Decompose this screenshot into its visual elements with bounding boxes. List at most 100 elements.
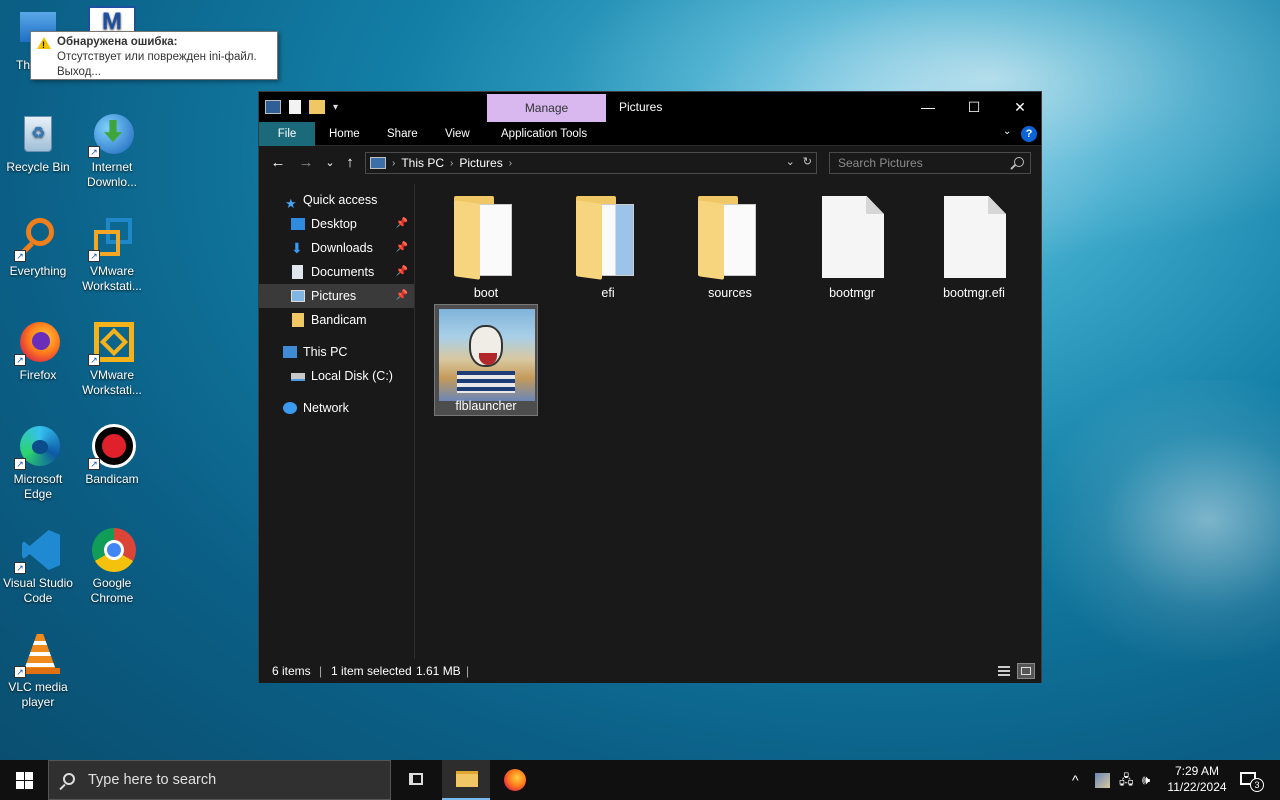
- documents-icon: [292, 265, 303, 279]
- drive-icon: [291, 373, 305, 381]
- error-tooltip: Обнаружена ошибка: Отсутствует или повре…: [30, 31, 278, 80]
- taskbar: Type here to search ^ 🖧 🕪 7:29 AM 11/22/…: [0, 760, 1280, 800]
- desktop-icon-firefox[interactable]: ↗ Firefox: [0, 320, 76, 383]
- error-message: Отсутствует или поврежден ini-файл.: [57, 51, 257, 63]
- search-icon: [63, 773, 75, 785]
- tab-view[interactable]: View: [431, 122, 484, 146]
- help-button[interactable]: ?: [1021, 126, 1037, 142]
- shortcut-arrow-icon: ↗: [88, 250, 100, 262]
- qat-dropdown-icon[interactable]: ▾: [333, 102, 338, 113]
- nav-documents[interactable]: Documents 📌: [259, 260, 414, 284]
- nav-downloads[interactable]: ⬇ Downloads 📌: [259, 236, 414, 260]
- pin-icon: 📌: [395, 218, 408, 229]
- start-button[interactable]: [0, 760, 48, 800]
- file-explorer-icon: [456, 771, 478, 787]
- desktop-icon-bandicam[interactable]: ↗ Bandicam: [74, 424, 150, 487]
- clock-date: 11/22/2024: [1167, 780, 1227, 794]
- shortcut-arrow-icon: ↗: [14, 666, 26, 678]
- folder-icon: [292, 313, 304, 327]
- window-title: Pictures: [619, 100, 663, 114]
- selection-info: 1 item selected: [331, 664, 412, 678]
- tab-file[interactable]: File: [259, 122, 315, 146]
- status-bar: 6 items | 1 item selected 1.61 MB |: [259, 659, 1041, 683]
- desktop-icon-microsoft-edge[interactable]: ↗ Microsoft Edge: [0, 424, 76, 502]
- desktop-icon-vmware-workstation-2[interactable]: ↗ VMware Workstati...: [74, 320, 150, 398]
- pin-icon: 📌: [395, 242, 408, 253]
- nav-pictures[interactable]: Pictures 📌: [259, 284, 414, 308]
- tab-application-tools[interactable]: Application Tools: [487, 122, 601, 146]
- desktop-icon-internet-download-manager[interactable]: ↗ Internet Downlo...: [74, 112, 150, 190]
- ribbon-tabs: File Home Share View Application Tools ⌄…: [259, 122, 1041, 146]
- taskbar-search-input[interactable]: Type here to search: [48, 760, 391, 800]
- this-pc-icon: [283, 346, 297, 358]
- item-count: 6 items: [272, 664, 311, 678]
- forward-button[interactable]: →: [295, 153, 317, 173]
- pin-icon: 📌: [395, 266, 408, 277]
- item-boot-folder[interactable]: boot: [434, 192, 538, 304]
- desktop-icon-vscode[interactable]: ↗ Visual Studio Code: [0, 528, 76, 606]
- refresh-icon[interactable]: ↻: [803, 155, 812, 168]
- search-input[interactable]: Search Pictures: [829, 152, 1031, 174]
- desktop-icon-vlc[interactable]: ↗ VLC media player: [0, 632, 76, 710]
- taskbar-firefox[interactable]: [492, 760, 540, 800]
- properties-icon[interactable]: [289, 100, 301, 114]
- vmware-icon: ↗: [88, 216, 134, 262]
- nav-bandicam[interactable]: Bandicam: [259, 308, 414, 332]
- firefox-icon: [504, 769, 526, 791]
- idm-globe-icon: ↗: [88, 112, 134, 158]
- bandicam-record-icon: ↗: [88, 424, 136, 470]
- nav-quick-access[interactable]: ★ Quick access: [259, 188, 414, 212]
- shortcut-arrow-icon: ↗: [14, 562, 26, 574]
- tab-share[interactable]: Share: [373, 122, 432, 146]
- tab-manage[interactable]: Manage: [487, 94, 606, 122]
- taskbar-file-explorer[interactable]: [442, 760, 490, 800]
- ribbon-expand-icon[interactable]: ⌄: [1003, 126, 1011, 137]
- download-arrow-icon: ⬇: [291, 240, 303, 256]
- desktop-icon-vmware-workstation-1[interactable]: ↗ VMware Workstati...: [74, 216, 150, 294]
- folder-icon: [698, 196, 762, 280]
- file-explorer-window: ▾ Manage Pictures — ☐ ✕ File Home Share …: [258, 91, 1042, 683]
- breadcrumb-pictures[interactable]: Pictures: [459, 156, 502, 170]
- maximize-button[interactable]: ☐: [951, 92, 997, 122]
- large-icons-view-icon[interactable]: [1017, 663, 1035, 679]
- nav-local-disk[interactable]: Local Disk (C:): [259, 364, 414, 388]
- up-button[interactable]: ↑: [339, 153, 361, 173]
- minimize-button[interactable]: —: [905, 92, 951, 122]
- item-efi-folder[interactable]: efi: [556, 192, 660, 304]
- shortcut-arrow-icon: ↗: [88, 354, 100, 366]
- window-menu-icon[interactable]: [265, 100, 281, 114]
- task-view-button[interactable]: [392, 760, 440, 800]
- desktop-icon-everything[interactable]: ↗ Everything: [0, 216, 76, 279]
- pin-icon: 📌: [395, 290, 408, 301]
- notification-center-button[interactable]: 3: [1238, 760, 1264, 800]
- nav-desktop[interactable]: Desktop 📌: [259, 212, 414, 236]
- tab-home[interactable]: Home: [315, 122, 374, 146]
- vscode-icon: ↗: [14, 528, 60, 574]
- recent-locations-button[interactable]: ⌄: [319, 153, 341, 173]
- address-dropdown-icon[interactable]: ⌄: [786, 155, 795, 168]
- new-folder-icon[interactable]: [309, 100, 325, 114]
- everything-search-icon: ↗: [14, 216, 60, 262]
- error-exit-text: Выход...: [57, 66, 101, 78]
- item-sources-folder[interactable]: sources: [678, 192, 782, 304]
- item-bootmgr-file[interactable]: bootmgr: [800, 192, 904, 304]
- back-button[interactable]: ←: [267, 153, 289, 173]
- image-thumbnail: [439, 309, 535, 401]
- desktop-icon-recycle-bin[interactable]: ♻ Recycle Bin: [0, 112, 76, 175]
- clock[interactable]: 7:29 AM 11/22/2024: [1160, 763, 1234, 795]
- task-view-icon: [409, 773, 423, 785]
- tray-overflow-chevron[interactable]: ^: [1072, 760, 1079, 800]
- item-flblauncher-image[interactable]: flblauncher: [434, 304, 538, 416]
- network-icon[interactable]: 🖧: [1119, 760, 1134, 800]
- breadcrumb-this-pc[interactable]: This PC: [401, 156, 444, 170]
- close-button[interactable]: ✕: [997, 92, 1043, 122]
- nav-network[interactable]: Network: [259, 396, 414, 420]
- address-bar[interactable]: › This PC › Pictures › ⌄ ↻: [365, 152, 817, 174]
- file-view: boot efi sources bootmgr bootmgr.efi flb…: [416, 184, 1041, 659]
- desktop-icon-google-chrome[interactable]: Google Chrome: [74, 528, 150, 606]
- nav-this-pc[interactable]: This PC: [259, 340, 414, 364]
- item-bootmgr-efi-file[interactable]: bootmgr.efi: [922, 192, 1026, 304]
- details-view-icon[interactable]: [995, 663, 1013, 679]
- volume-icon[interactable]: 🕪: [1142, 760, 1150, 800]
- navigation-bar: ← → ⌄ ↑ › This PC › Pictures › ⌄ ↻ Searc…: [259, 147, 1041, 179]
